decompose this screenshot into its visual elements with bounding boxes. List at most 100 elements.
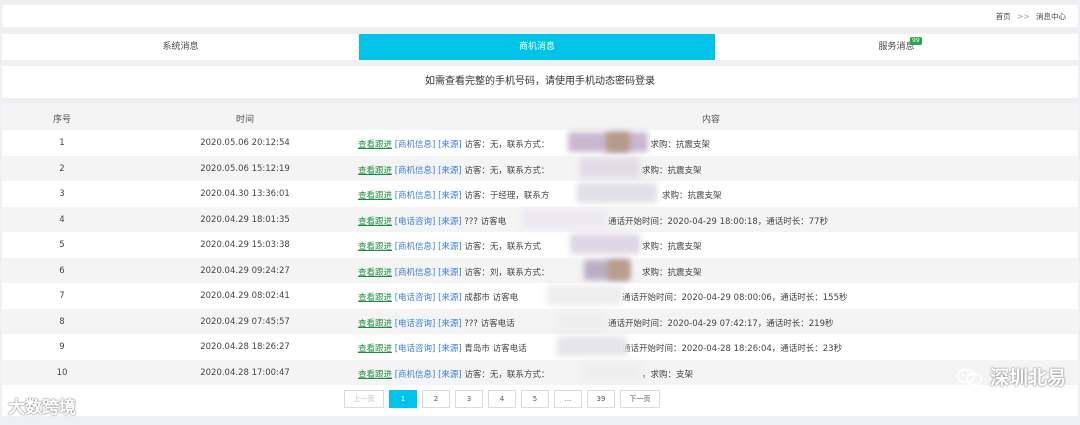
page-button-39[interactable]: 39 — [587, 390, 615, 408]
row-text: ??? 访客电话 — [464, 318, 515, 329]
row-text: 访客：无，联系方式 — [464, 242, 541, 252]
view-followup-link[interactable]: 查看跟进 — [358, 140, 392, 150]
row-tail: 求购：抗震支架 — [642, 242, 702, 252]
watermark-left-text: 大数跨境 — [8, 398, 76, 418]
redacted-blur — [580, 157, 640, 178]
row-content: 查看跟进 [电话咨询] [来源] ??? 访客电话 — [358, 317, 515, 329]
row-source-link[interactable]: [来源] — [438, 242, 462, 252]
page-button-1[interactable]: 1 — [389, 390, 417, 408]
row-tag-link[interactable]: [电话咨询] — [395, 319, 436, 329]
row-tag-link[interactable]: [商机信息] — [395, 268, 436, 278]
row-content: 查看跟进 [商机信息] [来源] 访客：于经理，联系方 — [358, 189, 549, 201]
breadcrumb-panel: 首页 >> 消息中心 — [2, 5, 1078, 27]
view-followup-link[interactable]: 查看跟进 — [358, 242, 392, 252]
header-time: 时间 — [235, 115, 254, 125]
redacted-blur — [577, 183, 657, 203]
header-content: 内容 — [702, 115, 721, 125]
row-text: 访客：无，联系方式： — [464, 369, 550, 380]
row-tag-link[interactable]: [商机信息] — [395, 191, 436, 201]
row-tag-link[interactable]: [电话咨询] — [395, 217, 436, 227]
view-followup-link[interactable]: 查看跟进 — [358, 217, 392, 227]
header-seq: 序号 — [52, 115, 71, 125]
redacted-blur — [570, 234, 640, 254]
row-tag-link[interactable]: [商机信息] — [395, 166, 436, 176]
row-tag-link[interactable]: [电话咨询] — [395, 344, 436, 354]
row-tag-link[interactable]: [电话咨询] — [395, 293, 436, 303]
page-button-4[interactable]: 4 — [488, 390, 516, 408]
row-source-link[interactable]: [来源] — [438, 217, 462, 227]
row-text: 访客：于经理，联系方 — [464, 191, 550, 201]
redacted-blur — [522, 208, 607, 229]
row-seq: 5 — [59, 240, 65, 250]
table-row: 7 2020.04.29 08:02:41 查看跟进 [电话咨询] [来源] 成都市… — [2, 283, 1078, 309]
row-source-link[interactable]: [来源] — [438, 268, 462, 278]
table-row: 3 2020.04.30 13:36:01 查看跟进 [商机信息] [来源] 访客：… — [2, 181, 1078, 207]
row-tail: 通话开始时间：2020-04-28 18:26:04，通话时长：23秒 — [622, 344, 843, 354]
view-followup-link[interactable]: 查看跟进 — [358, 268, 392, 278]
page-button-5[interactable]: 5 — [521, 390, 549, 408]
row-source-link[interactable]: [来源] — [438, 166, 462, 176]
row-time: 2020.04.28 17:00:47 — [200, 367, 290, 378]
view-followup-link[interactable]: 查看跟进 — [358, 319, 392, 329]
next-page-button[interactable]: 下一页 — [620, 390, 660, 408]
top-bar: 首页 >> 消息中心 — [0, 0, 1080, 30]
table-row: 2 2020.05.06 15:12:19 查看跟进 [商机信息] [来源] 访客：… — [2, 155, 1078, 181]
table-row: 9 2020.04.28 18:26:27 查看跟进 [电话咨询] [来源] 青岛市… — [2, 334, 1078, 360]
row-source-link[interactable]: [来源] — [438, 293, 462, 303]
row-content: 查看跟进 [电话咨询] [来源] ??? 访客电 — [358, 215, 506, 227]
breadcrumb-separator: >> — [1017, 12, 1030, 21]
row-seq: 3 — [59, 189, 65, 199]
row-tail: 求购：抗震支架 — [642, 267, 702, 278]
table-row: 4 2020.04.29 18:01:35 查看跟进 [电话咨询] [来源] ???… — [2, 206, 1078, 232]
row-tag-link[interactable]: [商机信息] — [395, 140, 436, 150]
row-source-link[interactable]: [来源] — [438, 370, 462, 380]
login-notice: 如需查看完整的手机号码，请使用手机动态密码登录 — [2, 66, 1078, 98]
row-text: ??? 访客电 — [464, 216, 507, 227]
view-followup-link[interactable]: 查看跟进 — [358, 293, 392, 303]
row-tail: ，求购：支架 — [642, 369, 694, 380]
table-row: 8 2020.04.29 07:45:57 查看跟进 [电话咨询] [来源] ???… — [2, 308, 1078, 334]
row-seq: 2 — [59, 163, 65, 174]
redacted-blur — [608, 259, 630, 280]
page-button-3[interactable]: 3 — [455, 390, 483, 408]
tab-service-messages[interactable]: 服务消息 99 — [715, 34, 1078, 60]
row-time: 2020.04.29 07:45:57 — [200, 316, 290, 327]
row-content: 查看跟进 [商机信息] [来源] 访客：刘，联系方式： — [358, 266, 549, 278]
row-time: 2020.05.06 20:12:54 — [200, 138, 290, 148]
table-row: 1 2020.05.06 20:12:54 查看跟进 [商机信息] [来源] 访客：… — [2, 130, 1078, 156]
row-seq: 4 — [59, 214, 65, 225]
unread-badge: 99 — [910, 37, 922, 45]
row-seq: 6 — [59, 265, 65, 276]
row-tail: 求购：抗震支架 — [662, 191, 722, 201]
view-followup-link[interactable]: 查看跟进 — [358, 370, 392, 380]
breadcrumb-home[interactable]: 首页 — [996, 12, 1011, 21]
watermark-right-text: 深圳北易 — [989, 367, 1066, 389]
breadcrumb-current: 消息中心 — [1036, 12, 1066, 21]
watermark-right: 深圳北易 — [956, 363, 1066, 390]
row-time: 2020.04.29 08:02:41 — [200, 291, 290, 301]
row-source-link[interactable]: [来源] — [438, 319, 462, 329]
view-followup-link[interactable]: 查看跟进 — [358, 344, 392, 354]
row-source-link[interactable]: [来源] — [438, 140, 462, 150]
row-seq: 10 — [56, 367, 68, 378]
prev-page-button[interactable]: 上一页 — [344, 390, 384, 408]
page-button-2[interactable]: 2 — [422, 390, 450, 408]
row-time: 2020.04.29 09:24:27 — [200, 265, 290, 276]
table-row: 5 2020.04.29 15:03:38 查看跟进 [商机信息] [来源] 访客：… — [2, 232, 1078, 258]
message-table: 序号 时间 内容 1 2020.05.06 20:12:54 查看跟进 [商机信息]… — [2, 104, 1078, 416]
redacted-blur — [557, 310, 607, 331]
view-followup-link[interactable]: 查看跟进 — [358, 191, 392, 201]
row-tag-link[interactable]: [商机信息] — [395, 370, 436, 380]
redacted-blur — [547, 285, 622, 305]
tab-business-messages[interactable]: 商机消息 — [359, 34, 715, 60]
table-row: 6 2020.04.29 09:24:27 查看跟进 [商机信息] [来源] 访客：… — [2, 257, 1078, 283]
table-row: 10 2020.04.28 17:00:47 查看跟进 [商机信息] [来源] 访客… — [2, 359, 1078, 385]
row-tag-link[interactable]: [商机信息] — [395, 242, 436, 252]
tab-system-messages[interactable]: 系统消息 — [2, 34, 359, 60]
row-tail: 求购：抗震支架 — [642, 165, 702, 176]
row-source-link[interactable]: [来源] — [438, 344, 462, 354]
row-content: 查看跟进 [商机信息] [来源] 访客：无，联系方式 — [358, 240, 541, 252]
view-followup-link[interactable]: 查看跟进 — [358, 166, 392, 176]
row-source-link[interactable]: [来源] — [438, 191, 462, 201]
row-time: 2020.04.30 13:36:01 — [200, 189, 290, 199]
